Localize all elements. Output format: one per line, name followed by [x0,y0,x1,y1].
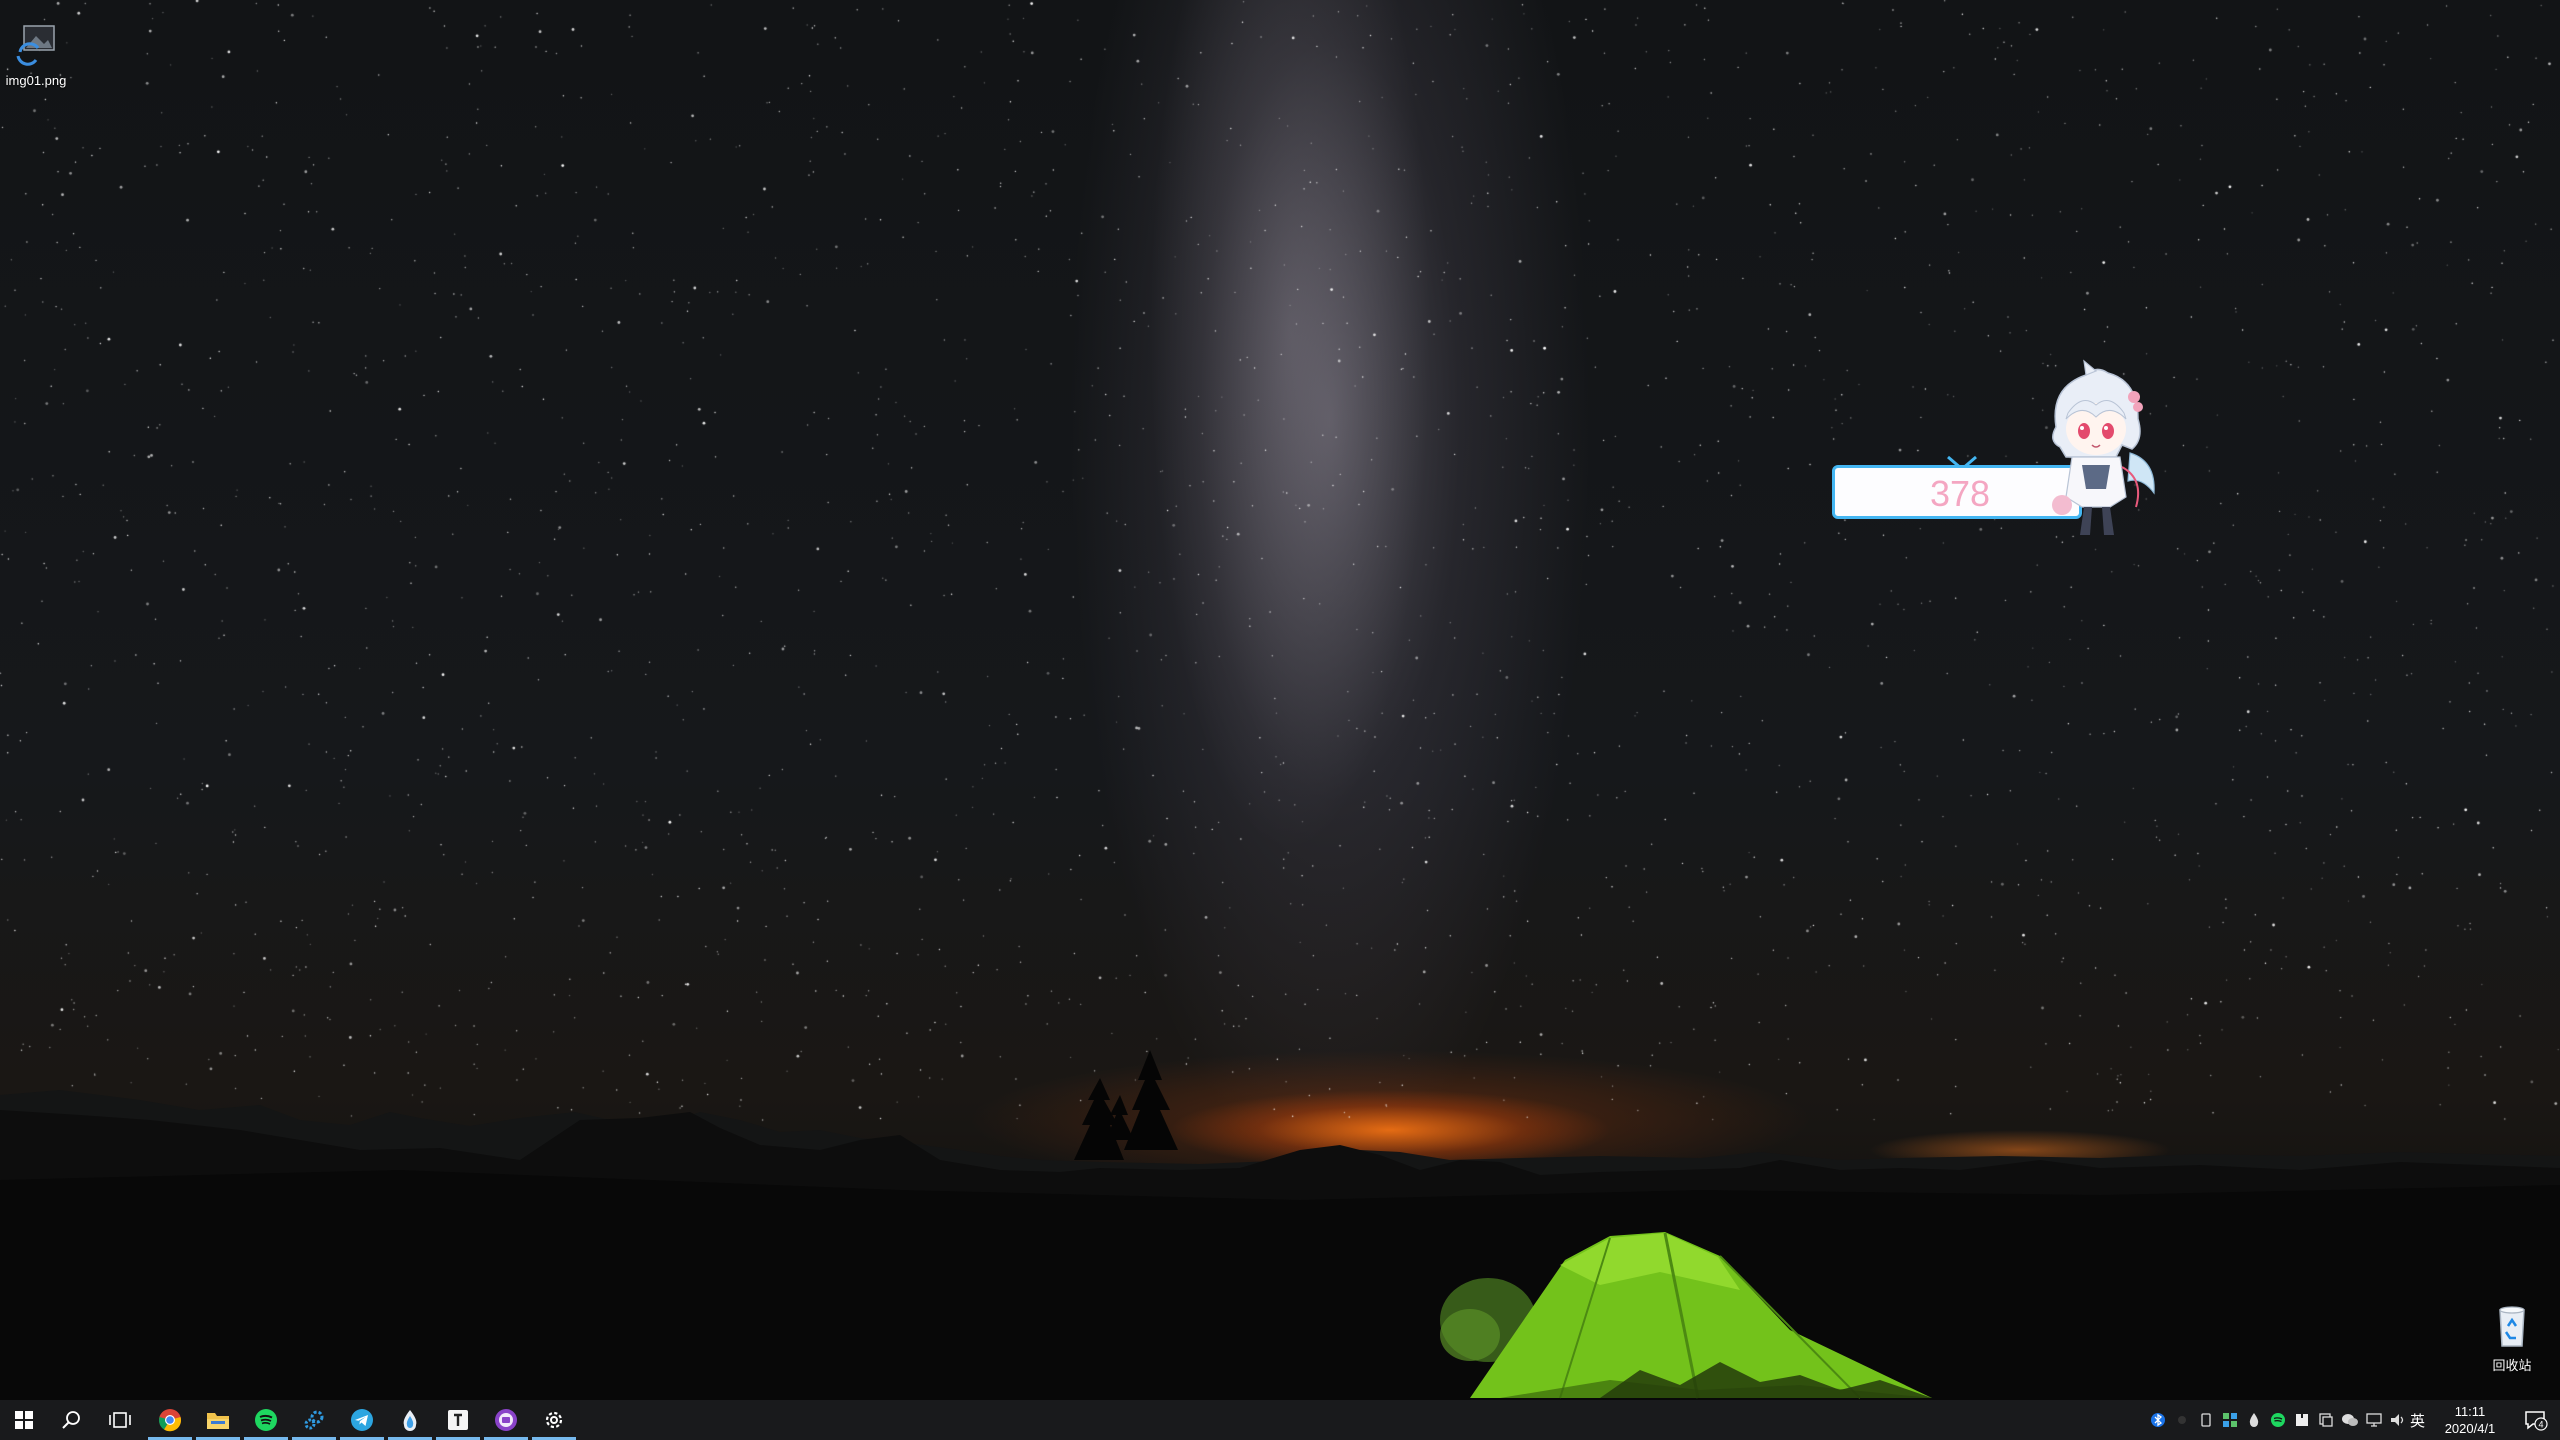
settings-icon [545,1411,563,1429]
input-language-indicator[interactable]: 英 [2410,1410,2425,1431]
tray-drop-icon[interactable] [2244,1410,2264,1430]
start-icon [15,1411,33,1429]
taskbar-app-chrome[interactable] [146,1400,194,1440]
anime-mascot-icon[interactable] [2026,357,2166,542]
file-explorer-icon [207,1413,229,1429]
telegram-icon [351,1409,373,1431]
desktop-icon-img01[interactable]: img01.png [0,22,76,88]
tray-window-icon[interactable] [2316,1410,2336,1430]
purple-app-icon [495,1409,517,1431]
taskbar-app-gear[interactable] [290,1400,338,1440]
clock-date: 2020/4/1 [2444,1421,2496,1436]
search-icon [62,1411,80,1429]
tray-spotify-icon[interactable] [2268,1410,2288,1430]
counter-widget[interactable]: 378 [1830,359,2160,540]
desktop: img01.png 回收站 378 [0,0,2560,1400]
recycle-bin-icon [2499,1306,2525,1347]
taskbar-app-drop[interactable] [386,1400,434,1440]
clock[interactable]: 11:11 2020/4/1 [2430,1403,2510,1437]
image-file-icon [16,25,55,66]
task-view-button[interactable] [96,1400,144,1440]
taskbar-app-spotify[interactable] [242,1400,290,1440]
task-view-icon [109,1412,131,1428]
gear-app-icon [304,1410,324,1430]
notification-count: 4 [2538,1420,2543,1430]
taskbar: 英 11:11 2020/4/1 4 [0,1400,2560,1440]
taskbar-app-telegram[interactable] [338,1400,386,1440]
landscape-wallpaper [0,1050,2560,1400]
desktop-icon-label: img01.png [5,73,67,88]
tray-bluetooth-icon[interactable] [2148,1410,2168,1430]
taskbar-app-purple[interactable] [482,1400,530,1440]
chrome-icon [158,1409,182,1432]
clock-time: 11:11 [2454,1404,2486,1419]
tray-network-icon[interactable] [2364,1410,2384,1430]
desktop-icon-label: 回收站 [2492,1358,2532,1373]
action-center-button[interactable]: 4 [2512,1400,2560,1440]
taskbar-app-typora[interactable] [434,1400,482,1440]
typora-icon [448,1410,468,1430]
start-button[interactable] [0,1400,48,1440]
spotify-icon [255,1409,277,1431]
tray-volume-icon[interactable] [2388,1410,2408,1430]
tray-security-icon[interactable] [2220,1410,2240,1430]
taskbar-app-settings[interactable] [530,1400,578,1440]
tray-wechat-icon[interactable] [2340,1410,2360,1430]
taskbar-app-file-explorer[interactable] [194,1400,242,1440]
notification-icon: 4 [2525,1411,2548,1431]
tray-dot-icon[interactable] [2172,1410,2192,1430]
tray-app-icon[interactable] [2292,1410,2312,1430]
drop-app-icon [403,1410,417,1431]
search-button[interactable] [48,1400,96,1440]
tray-usb-icon[interactable] [2196,1410,2216,1430]
desktop-icon-recycle-bin[interactable]: 回收站 [2472,1304,2552,1374]
